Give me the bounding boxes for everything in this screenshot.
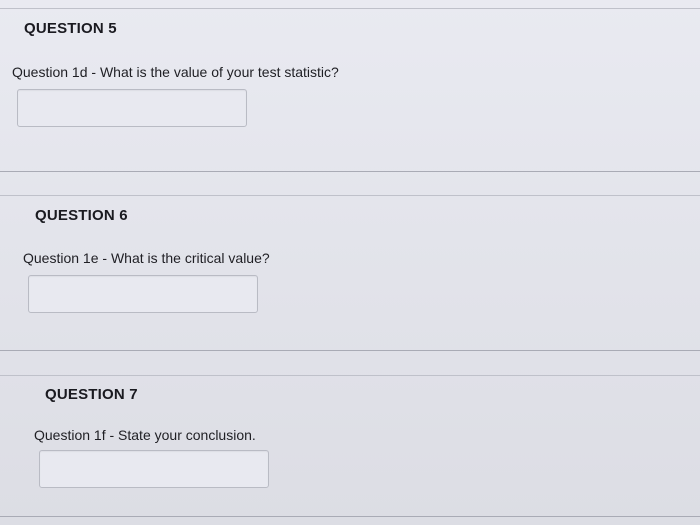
question-5-answer-input[interactable] <box>17 89 247 127</box>
question-7-title: QUESTION 7 <box>45 386 138 403</box>
question-6-text: Question 1e - What is the critical value… <box>23 250 270 266</box>
question-7-text: Question 1f - State your conclusion. <box>34 427 256 443</box>
question-5-divider <box>0 171 700 172</box>
question-6-top-divider <box>0 195 700 196</box>
question-7-answer-input[interactable] <box>39 450 269 488</box>
question-6-divider <box>0 350 700 351</box>
question-7-top-divider <box>0 375 700 376</box>
question-7-divider <box>0 516 700 517</box>
top-divider <box>0 8 700 9</box>
question-7-prompt-wrap: Question 1f - State your conclusion. <box>34 427 256 443</box>
question-5-title: QUESTION 5 <box>24 20 117 37</box>
question-5-text: Question 1d - What is the value of your … <box>12 64 339 80</box>
question-6-block: QUESTION 6 <box>35 207 128 224</box>
question-7-block: QUESTION 7 <box>45 386 138 403</box>
question-5-block: QUESTION 5 <box>24 20 117 37</box>
question-5-prompt-wrap: Question 1d - What is the value of your … <box>12 64 339 80</box>
question-6-prompt-wrap: Question 1e - What is the critical value… <box>23 250 270 266</box>
quiz-page: QUESTION 5 Question 1d - What is the val… <box>0 0 700 525</box>
question-6-answer-input[interactable] <box>28 275 258 313</box>
question-6-title: QUESTION 6 <box>35 207 128 224</box>
